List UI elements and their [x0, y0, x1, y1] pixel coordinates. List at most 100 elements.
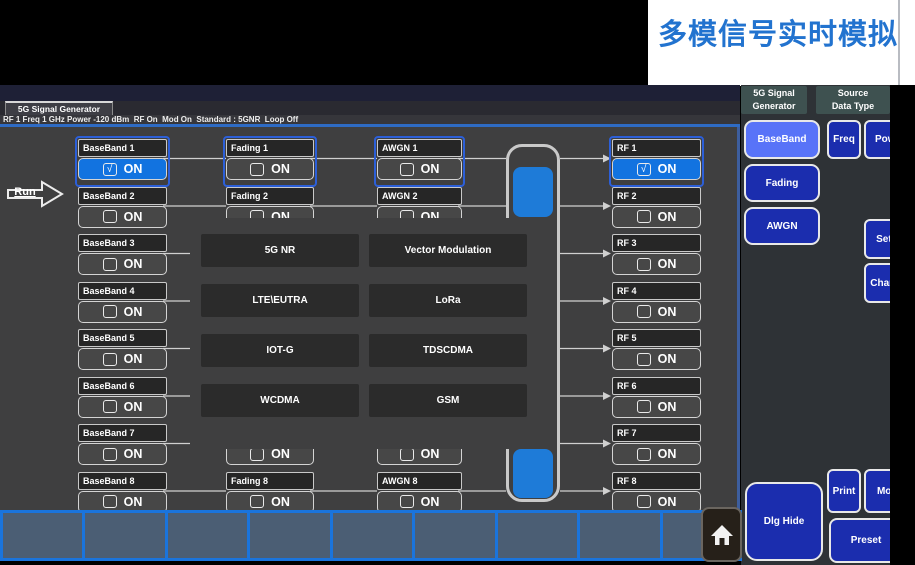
checkbox-icon: [103, 305, 117, 318]
rf-on-toggle-5[interactable]: ON: [612, 348, 701, 370]
baseband-on-toggle-3[interactable]: ON: [78, 253, 167, 275]
softkey-cell-6[interactable]: [415, 513, 494, 558]
on-label: ON: [658, 162, 677, 176]
rf-on-toggle-7[interactable]: ON: [612, 443, 701, 465]
on-label: ON: [658, 210, 677, 224]
baseband-block-6[interactable]: BaseBand 6ON: [75, 374, 170, 425]
rf-on-toggle-4[interactable]: ON: [612, 301, 701, 323]
softkey-cell-8[interactable]: [580, 513, 659, 558]
checkbox-icon: [103, 258, 117, 271]
baseband-on-toggle-2[interactable]: ON: [78, 206, 167, 228]
baseband-block-7[interactable]: BaseBand 7ON: [75, 421, 170, 472]
nav-awgn-button[interactable]: AWGN: [744, 207, 820, 245]
checkbox-icon: [637, 400, 651, 413]
baseband-block-5[interactable]: BaseBand 5ON: [75, 326, 170, 377]
rf-on-toggle-3[interactable]: ON: [612, 253, 701, 275]
baseband-block-label: BaseBand 2: [78, 187, 167, 205]
rf-block-5[interactable]: RF 5 ON: [609, 326, 704, 377]
home-button[interactable]: [701, 507, 742, 562]
on-label: ON: [421, 495, 440, 509]
softkey-cell-4[interactable]: [250, 513, 329, 558]
menu-item-vector-modulation[interactable]: Vector Modulation: [369, 234, 527, 267]
rf-block-label: RF 5: [612, 329, 701, 347]
on-label: ON: [658, 495, 677, 509]
baseband-block-2[interactable]: BaseBand 2ON: [75, 184, 170, 235]
rf-on-toggle-1[interactable]: √ ON: [612, 158, 701, 180]
softkey-cell-1[interactable]: [3, 513, 82, 558]
menu-item-gsm[interactable]: GSM: [369, 384, 527, 417]
rf-on-toggle-6[interactable]: ON: [612, 396, 701, 418]
softkey-cell-7[interactable]: [498, 513, 577, 558]
freq-button[interactable]: Freq: [827, 120, 861, 159]
awgn-block-label: AWGN 1: [377, 139, 462, 157]
checkbox-icon: [250, 163, 264, 176]
baseband-on-toggle-5[interactable]: ON: [78, 348, 167, 370]
combiner-thumb-bottom[interactable]: [513, 449, 553, 498]
checkbox-icon: [250, 448, 264, 461]
on-label: ON: [124, 305, 143, 319]
menu-item-wcdma[interactable]: WCDMA: [201, 384, 359, 417]
nav-fading-button[interactable]: Fading: [744, 164, 820, 202]
menu-item-lora[interactable]: LoRa: [369, 284, 527, 317]
rf-block-4[interactable]: RF 4ON: [609, 279, 704, 330]
fading-block-label: Fading 8: [226, 472, 314, 490]
canvas-right-border: [737, 127, 740, 510]
screen-edge-mask: [890, 85, 915, 565]
checkbox-icon: [400, 163, 414, 176]
on-label: ON: [124, 447, 143, 461]
softkey-cell-2[interactable]: [85, 513, 164, 558]
rf-block-label: RF 6: [612, 377, 701, 395]
combiner-thumb-top[interactable]: [513, 167, 553, 217]
tab-5g-signal-generator[interactable]: 5G Signal Generator: [5, 101, 113, 115]
nav-baseband-button[interactable]: BaseBand: [744, 120, 820, 159]
fading-on-toggle-1[interactable]: ON: [226, 158, 314, 180]
rf-block-3[interactable]: RF 3ON: [609, 231, 704, 282]
baseband-block-1[interactable]: BaseBand 1√ON: [75, 136, 170, 187]
checkbox-icon: √: [637, 163, 651, 176]
checkbox-icon: [103, 210, 117, 223]
menu-item-tdscdma[interactable]: TDSCDMA: [369, 334, 527, 367]
rf-on-toggle-2[interactable]: ON: [612, 206, 701, 228]
dlg-hide-button[interactable]: Dlg Hide: [745, 482, 823, 561]
baseband-block-label: BaseBand 8: [78, 472, 167, 490]
awgn-block-1[interactable]: AWGN 1 ON: [374, 136, 465, 187]
checkbox-icon: [250, 495, 264, 508]
on-label: ON: [271, 495, 290, 509]
fading-block-label: Fading 2: [226, 187, 314, 205]
on-label: ON: [421, 162, 440, 176]
checkbox-icon: [103, 495, 117, 508]
checkbox-icon: [103, 353, 117, 366]
menu-item-5g-nr[interactable]: 5G NR: [201, 234, 359, 267]
on-label: ON: [658, 400, 677, 414]
rf-block-label: RF 7: [612, 424, 701, 442]
rf-block-7[interactable]: RF 7ON: [609, 421, 704, 472]
panel-header-source-data-type: Source Data Type: [816, 86, 890, 114]
rf-block-6[interactable]: RF 6 ON: [609, 374, 704, 425]
baseband-on-toggle-6[interactable]: ON: [78, 396, 167, 418]
checkbox-icon: [103, 448, 117, 461]
on-label: ON: [658, 352, 677, 366]
menu-item-iot-g[interactable]: IOT-G: [201, 334, 359, 367]
awgn-on-toggle-1[interactable]: ON: [377, 158, 462, 180]
baseband-on-toggle-1[interactable]: √ON: [78, 158, 167, 180]
softkey-cell-3[interactable]: [168, 513, 247, 558]
on-label: ON: [421, 447, 440, 461]
baseband-on-toggle-7[interactable]: ON: [78, 443, 167, 465]
checkbox-icon: √: [103, 163, 117, 176]
rf-block-2[interactable]: RF 2ON: [609, 184, 704, 235]
baseband-block-3[interactable]: BaseBand 3ON: [75, 231, 170, 282]
menu-item-lte-eutra[interactable]: LTE\EUTRA: [201, 284, 359, 317]
baseband-on-toggle-4[interactable]: ON: [78, 301, 167, 323]
status-bar: RF 1 Freq 1 GHz Power -120 dBm RF On Mod…: [0, 115, 740, 124]
checkbox-icon: [637, 353, 651, 366]
baseband-block-label: BaseBand 6: [78, 377, 167, 395]
fading-block-1[interactable]: Fading 1ON: [223, 136, 317, 187]
baseband-block-label: BaseBand 1: [78, 139, 167, 157]
run-button[interactable]: Run: [6, 180, 70, 208]
on-label: ON: [124, 257, 143, 271]
checkbox-icon: [637, 258, 651, 271]
baseband-block-4[interactable]: BaseBand 4ON: [75, 279, 170, 330]
softkey-cell-5[interactable]: [333, 513, 412, 558]
print-button[interactable]: Print: [827, 469, 861, 513]
rf-block-1[interactable]: RF 1√ON: [609, 136, 704, 187]
